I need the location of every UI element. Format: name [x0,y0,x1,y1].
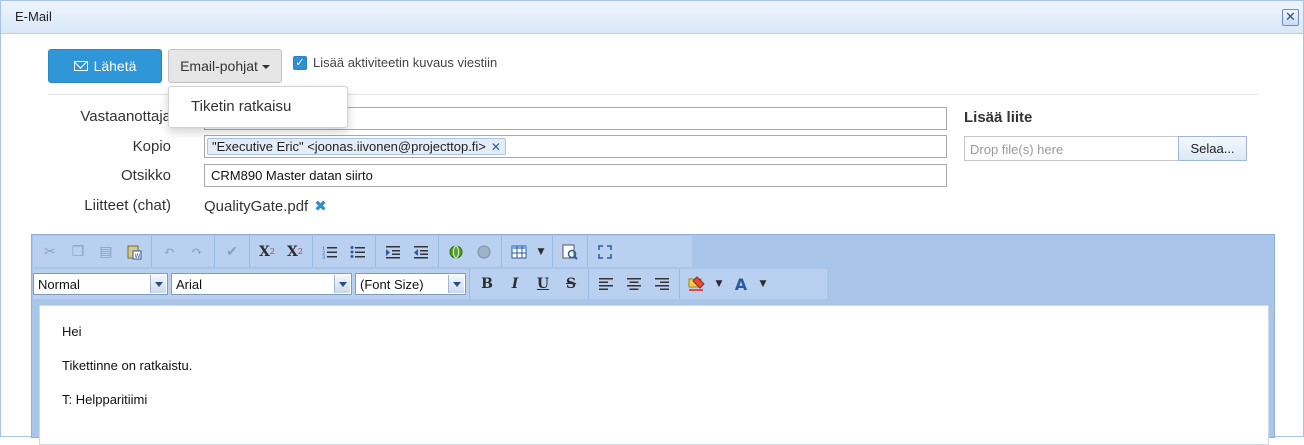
copy-field[interactable]: "Executive Eric" <joonas.iivonen@project… [204,135,947,158]
rich-text-editor: ✂ ❐ ▤ W ↶ ↷ ✔ X2 X2 123 ▼ Normal Arial (… [31,234,1275,445]
close-button[interactable]: ✕ [1282,9,1299,26]
attachments-label: Liitteet (chat) [84,197,171,214]
subscript-icon[interactable]: X2 [281,240,309,264]
table-icon[interactable] [505,240,533,264]
italic-icon[interactable]: I [501,272,529,296]
font-color-dropdown-icon[interactable]: ▼ [755,272,771,296]
paste-icon[interactable]: ▤ [92,240,120,264]
menu-item-ticket-solved[interactable]: Tiketin ratkaisu [191,98,291,115]
table-dropdown-icon[interactable]: ▼ [533,240,549,264]
email-templates-button[interactable]: Email-pohjat [168,49,282,83]
highlight-color-icon[interactable] [683,272,711,296]
align-left-icon[interactable] [592,272,620,296]
remove-tag-icon[interactable]: ✕ [491,140,501,154]
undo-group: ↶ ↷ [152,236,215,267]
svg-text:3: 3 [322,255,325,259]
spellcheck-icon[interactable]: ✔ [218,240,246,264]
attachment-item: QualityGate.pdf ✖ [204,197,327,216]
unlink-icon[interactable] [470,240,498,264]
strikethrough-icon[interactable]: S [557,272,585,296]
add-attachment-title: Lisää liite [964,109,1033,126]
send-button-label: Lähetä [93,58,137,74]
subject-value: CRM890 Master datan siirto [211,168,373,183]
link-icon[interactable] [442,240,470,264]
chevron-down-icon [448,275,464,293]
font-color-icon[interactable]: A [727,272,755,296]
find-icon[interactable] [556,240,584,264]
chevron-down-icon [150,275,166,293]
close-icon: ✕ [1285,9,1296,24]
indent-group [376,236,439,267]
numbered-list-icon[interactable]: 123 [316,240,344,264]
body-line-greeting: Hei [62,324,82,339]
remove-attachment-icon[interactable]: ✖ [314,197,327,215]
copy-recipient-tag: "Executive Eric" <joonas.iivonen@project… [207,138,506,155]
format-select-value: Normal [38,277,80,292]
email-window: E-Mail ✕ Lähetä Email-pohjat ✓ Lisää akt… [0,0,1304,445]
bold-icon[interactable]: B [473,272,501,296]
paste-from-word-icon[interactable]: W [120,240,148,264]
highlight-dropdown-icon[interactable]: ▼ [711,272,727,296]
align-group [589,269,680,299]
align-center-icon[interactable] [620,272,648,296]
font-select-value: Arial [176,277,203,292]
outdent-icon[interactable] [407,240,435,264]
spellcheck-group: ✔ [215,236,250,267]
add-description-label: Lisää aktiviteetin kuvaus viestiin [313,55,498,70]
script-group: X2 X2 [250,236,313,267]
table-group: ▼ [502,236,553,267]
editor-content-area[interactable]: Hei Tikettinne on ratkaistu. T: Helppari… [39,305,1269,445]
subject-label: Otsikko [120,167,171,184]
editor-toolbar-row-2: Normal Arial (Font Size) B I U S ▼ A ▼ [33,269,827,299]
list-group: 123 [313,236,376,267]
indent-icon[interactable] [379,240,407,264]
font-select[interactable]: Arial [171,273,352,295]
copy-recipient-tag-text: "Executive Eric" <joonas.iivonen@project… [212,139,486,154]
editor-toolbar-row-1: ✂ ❐ ▤ W ↶ ↷ ✔ X2 X2 123 ▼ [33,236,692,267]
chevron-down-icon [334,275,350,293]
clipboard-group: ✂ ❐ ▤ W [33,236,152,267]
window-title: E-Mail [15,9,52,24]
recipient-label: Vastaanottaja [80,108,171,125]
envelope-icon [73,61,88,71]
email-templates-label: Email-pohjat [180,58,258,74]
font-size-select[interactable]: (Font Size) [355,273,466,295]
redo-icon[interactable]: ↷ [183,240,211,264]
title-bar: E-Mail ✕ [1,1,1303,34]
link-group [439,236,502,267]
attachment-filename[interactable]: QualityGate.pdf [204,198,308,215]
add-description-option[interactable]: ✓ Lisää aktiviteetin kuvaus viestiin [293,55,497,70]
body-line-message: Tikettinne on ratkaistu. [62,358,193,373]
browse-button[interactable]: Selaa... [1178,136,1247,161]
find-group [553,236,588,267]
color-group: ▼ A ▼ [680,269,774,299]
copy-label: Kopio [132,138,171,155]
templates-dropdown-menu: Tiketin ratkaisu [168,86,348,128]
font-size-select-value: (Font Size) [360,277,424,292]
align-right-icon[interactable] [648,272,676,296]
underline-icon[interactable]: U [529,272,557,296]
svg-text:W: W [135,253,141,260]
send-button[interactable]: Lähetä [48,49,162,83]
copy-icon[interactable]: ❐ [64,240,92,264]
text-style-group: B I U S [469,269,589,299]
cut-icon[interactable]: ✂ [36,240,64,264]
bulleted-list-icon[interactable] [344,240,372,264]
body-line-signature: T: Helpparitiimi [62,392,148,407]
add-description-checkbox[interactable]: ✓ [293,55,307,70]
undo-icon[interactable]: ↶ [155,240,183,264]
superscript-icon[interactable]: X2 [253,240,281,264]
maximize-icon[interactable] [591,240,619,264]
maximize-group [588,236,622,267]
format-select[interactable]: Normal [33,273,168,295]
file-drop-zone[interactable]: Drop file(s) here [964,136,1179,161]
caret-down-icon [261,65,270,69]
subject-field[interactable]: CRM890 Master datan siirto [204,164,947,187]
